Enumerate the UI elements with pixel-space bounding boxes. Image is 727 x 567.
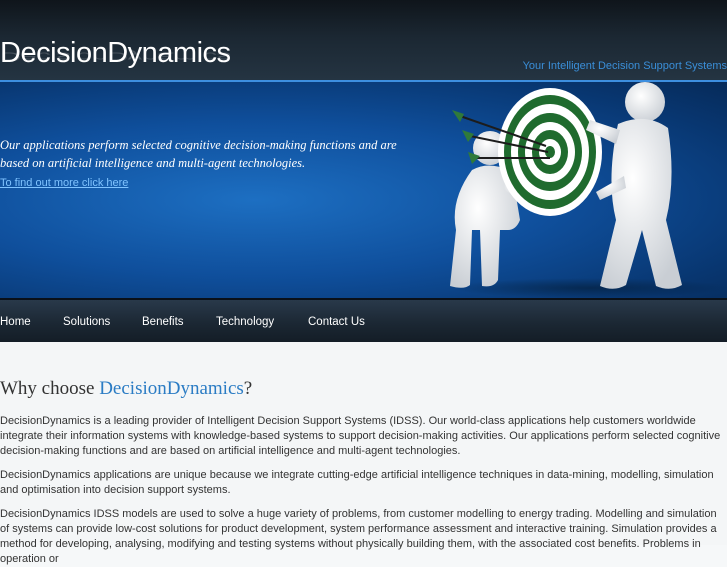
hero-banner: Our applications perform selected cognit… [0,80,727,298]
main-nav: Home Solutions Benefits Technology Conta… [0,298,727,344]
unique-paragraph: DecisionDynamics applications are unique… [0,469,714,496]
nav-solutions[interactable]: Solutions [63,300,110,344]
site-tagline: Your Intelligent Decision Support System… [522,60,727,72]
logo-reflection: DecisionDynamics [0,49,231,64]
title-suffix: ? [243,378,253,399]
target [498,88,602,216]
nav-technology[interactable]: Technology [216,300,274,344]
banner-top-line [0,80,727,82]
target-illustration-icon [450,82,727,298]
nav-contact-us[interactable]: Contact Us [308,300,365,344]
main-content: Why choose DecisionDynamics? DecisionDyn… [0,342,727,565]
banner-text: Our applications perform selected cognit… [0,138,397,170]
page-title: Why choose DecisionDynamics? [0,378,252,400]
nav-home[interactable]: Home [0,300,31,344]
models-paragraph: DecisionDynamics IDSS models are used to… [0,508,717,565]
nav-benefits[interactable]: Benefits [142,300,184,344]
intro-paragraph: DecisionDynamics is a leading provider o… [0,415,721,457]
right-figure [586,82,682,289]
site-header: DecisionDynamics DecisionDynamics Your I… [0,0,727,80]
title-brand: DecisionDynamics [99,378,244,399]
title-prefix: Why choose [0,378,100,399]
find-out-more-link[interactable]: To find out more click here [0,177,128,189]
